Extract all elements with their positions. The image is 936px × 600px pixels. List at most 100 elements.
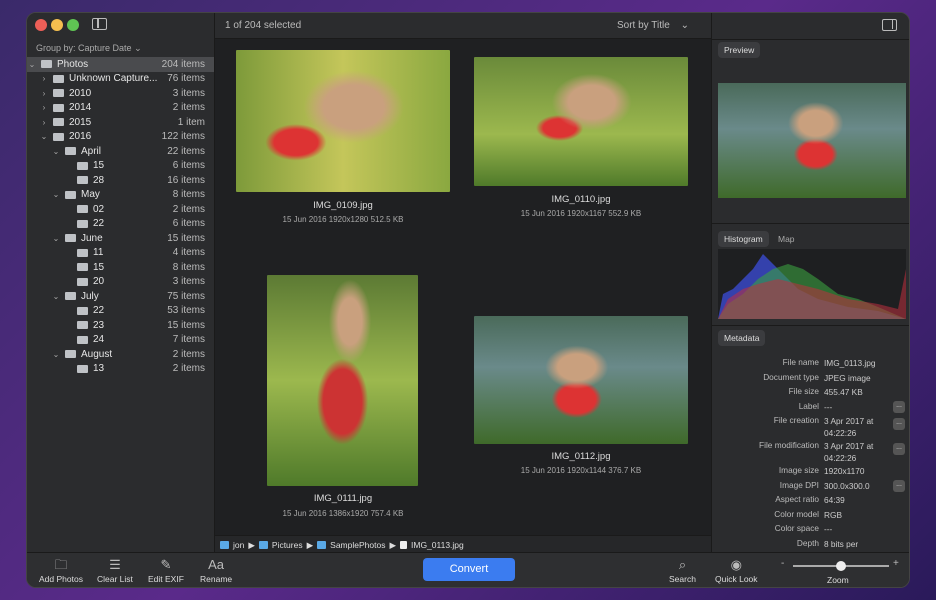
convert-button[interactable]: Convert [423, 558, 515, 581]
photo-thumbnail[interactable] [474, 57, 688, 186]
folder-icon [53, 89, 64, 98]
close-button[interactable] [35, 19, 47, 31]
tree-item-label: 2014 [69, 102, 92, 114]
tree-item[interactable]: › 2015 1 item [27, 115, 214, 130]
photo-meta: 15 Jun 2016 1386x1920 757.4 KB [282, 509, 404, 518]
more-button[interactable]: ... [893, 443, 905, 455]
metadata-value: 3 Apr 2017 at 04:22:26 [824, 416, 874, 438]
tree-item[interactable]: 11 4 items [27, 246, 214, 261]
tree-item[interactable]: 02 2 items [27, 202, 214, 217]
tree-item-label: 15 [93, 261, 105, 273]
zoom-out-icon[interactable]: - [781, 558, 784, 569]
metadata-value: IMG_0113.jpg [824, 358, 876, 368]
rename-button[interactable]: Aa Rename [200, 556, 232, 584]
add-photos-button[interactable]: 🗀 Add Photos [39, 556, 83, 584]
edit-icon: ✎ [160, 557, 172, 572]
path-item[interactable]: jon [233, 540, 244, 550]
photo-thumbnail[interactable] [267, 275, 418, 486]
chevron-down-icon[interactable]: ⌄ [51, 292, 61, 301]
sort-dropdown[interactable]: Sort by Title ⌄ [617, 20, 689, 31]
zoom-label: Zoom [827, 575, 849, 585]
tab-map[interactable]: Map [778, 234, 795, 244]
tree-item[interactable]: ⌄ April 22 items [27, 144, 214, 159]
inspector-panel: Preview Histogram Map Metadata File name… [711, 13, 909, 561]
zoom-slider-knob[interactable] [836, 561, 846, 571]
edit-exif-button[interactable]: ✎ Edit EXIF [148, 556, 184, 584]
photo-thumbnail[interactable] [474, 316, 688, 444]
chevron-right-icon[interactable]: › [39, 74, 49, 83]
tree-item-label: 15 [93, 160, 105, 172]
more-button[interactable]: ... [893, 479, 905, 492]
chevron-down-icon[interactable]: ⌄ [51, 147, 61, 156]
tree-item[interactable]: ⌄ July 75 items [27, 289, 214, 304]
zoom-slider[interactable] [793, 561, 889, 571]
chevron-right-icon[interactable]: › [39, 103, 49, 112]
tree-item-count: 3 items [172, 276, 205, 288]
path-item[interactable]: IMG_0113.jpg [411, 540, 464, 550]
tab-histogram[interactable]: Histogram [718, 231, 769, 247]
minimize-button[interactable] [51, 19, 63, 31]
sort-label: Sort by Title [617, 20, 670, 31]
photo-thumbnail[interactable] [236, 50, 450, 192]
tree-item-label: June [81, 232, 103, 244]
chevron-right-icon[interactable]: › [39, 89, 49, 98]
tree-item[interactable]: ⌄ August 2 items [27, 347, 214, 362]
rename-label: Rename [200, 574, 233, 584]
tree-item-count: 2 items [172, 348, 205, 360]
photo-meta: 15 Jun 2016 1920x1280 512.5 KB [282, 215, 404, 224]
tree-item-label: 11 [93, 247, 104, 259]
tree-item-count: 2 items [172, 363, 205, 375]
tree-item[interactable]: ⌄ 2016 122 items [27, 130, 214, 145]
more-button[interactable]: ... [893, 400, 905, 413]
tree-item[interactable]: 15 6 items [27, 159, 214, 174]
path-item[interactable]: Pictures [272, 540, 303, 550]
tree-item[interactable]: › 2010 3 items [27, 86, 214, 101]
maximize-button[interactable] [67, 19, 79, 31]
chevron-down-icon[interactable]: ⌄ [51, 190, 61, 199]
metadata-key: File size [788, 386, 819, 396]
tree-item[interactable]: ⌄ May 8 items [27, 188, 214, 203]
tree-item-label: May [81, 189, 100, 201]
clear-list-button[interactable]: ☰ Clear List [97, 556, 133, 584]
tree-item[interactable]: › Unknown Capture... 76 items [27, 72, 214, 87]
more-button[interactable]: ... [893, 418, 905, 430]
group-by-dropdown[interactable]: Group by: Capture Date ⌄ [36, 43, 142, 54]
tree-item[interactable]: 28 16 items [27, 173, 214, 188]
file-icon [400, 541, 407, 549]
tree-item-label: 02 [93, 203, 105, 215]
folder-tree: ⌄ Photos 204 items › Unknown Capture... 76 it… [27, 57, 214, 376]
folder-icon [65, 292, 76, 301]
tree-item[interactable]: 23 15 items [27, 318, 214, 333]
tree-item[interactable]: 22 53 items [27, 304, 214, 319]
tree-item[interactable]: 24 7 items [27, 333, 214, 348]
tree-item[interactable]: 22 6 items [27, 217, 214, 232]
folder-icon [77, 248, 88, 257]
inspector-toggle-icon[interactable] [882, 19, 897, 31]
add-photos-label: Add Photos [39, 574, 83, 584]
chevron-down-icon[interactable]: ⌄ [51, 234, 61, 243]
tree-item[interactable]: 20 3 items [27, 275, 214, 290]
chevron-down-icon[interactable]: ⌄ [39, 132, 49, 141]
tree-item[interactable]: 15 8 items [27, 260, 214, 275]
quick-look-button[interactable]: ◉ Quick Look [715, 556, 758, 584]
folder-icon [77, 263, 88, 272]
photo-name: IMG_0109.jpg [313, 200, 373, 211]
tree-item[interactable]: › 2014 2 items [27, 101, 214, 116]
path-item[interactable]: SamplePhotos [330, 540, 385, 550]
chevron-down-icon[interactable]: ⌄ [27, 60, 37, 69]
rename-icon: Aa [208, 557, 225, 572]
search-button[interactable]: ⌕ Search [669, 556, 696, 584]
tree-item-label: July [81, 290, 99, 302]
tree-item[interactable]: 13 2 items [27, 362, 214, 377]
clear-list-label: Clear List [97, 574, 133, 584]
zoom-in-icon[interactable]: + [893, 558, 899, 569]
sidebar-toggle-icon[interactable] [92, 18, 107, 30]
tree-item[interactable]: ⌄ Photos 204 items [27, 57, 214, 72]
search-icon: ⌕ [678, 557, 687, 572]
metadata-label: Metadata [718, 330, 766, 346]
photo-name: IMG_0111.jpg [313, 493, 373, 504]
tree-item[interactable]: ⌄ June 15 items [27, 231, 214, 246]
chevron-down-icon[interactable]: ⌄ [51, 350, 61, 359]
folder-icon [65, 190, 76, 199]
chevron-right-icon[interactable]: › [39, 118, 49, 127]
